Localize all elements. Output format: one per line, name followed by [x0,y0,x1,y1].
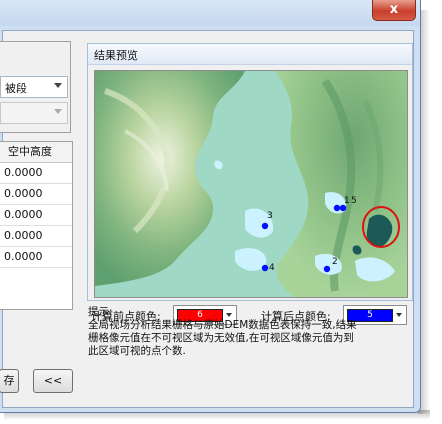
table-cell[interactable]: 0.0000 [0,184,72,205]
observer-point[interactable] [261,222,269,230]
title-bar: x [0,0,420,26]
preview-header: 结果预览 [88,44,412,65]
point-label: 1 [344,196,350,206]
table-cell[interactable]: 0.0000 [0,247,72,268]
point-label: 2 [332,257,338,267]
chevron-down-icon [54,109,62,114]
tips-line: 栅格像元值在不可视区域为无效值,在可视区域像元值为到 [88,332,354,344]
collapse-button[interactable]: << [33,369,73,393]
table-cell[interactable]: 0.0000 [0,205,72,226]
table-cell[interactable]: 0.0000 [0,163,72,184]
point-label: 4 [269,263,275,273]
table-cell[interactable]: 0.0000 [0,226,72,247]
dialog-window: x 被段 空中高度 0.0000 0.0000 0.0000 0.0000 0.… [0,0,421,413]
secondary-select[interactable] [0,102,68,124]
preview-title: 结果预览 [94,49,138,62]
chevron-down-icon [54,83,62,88]
close-icon: x [389,2,399,17]
tips-title: 提示: [88,306,113,318]
tips-line: 此区域可视的点个数. [88,345,186,357]
terrain-map-image: 1 5 3 4 2 [95,71,407,297]
save-button[interactable]: 存 [0,369,19,393]
parameter-group: 被段 [0,41,71,133]
close-button[interactable]: x [372,0,416,21]
left-settings-panel: 被段 空中高度 0.0000 0.0000 0.0000 0.0000 0.00… [0,41,74,393]
result-preview-group: 结果预览 1 5 3 4 2 [87,43,413,301]
tips-text: 提示: 全局视场分析结果栅格与原始DEM数据色表保持一致,结果 栅格像元值在不可… [88,306,406,358]
column-header-height: 空中高度 [0,142,72,163]
tips-line: 全局视场分析结果栅格与原始DEM数据色表保持一致,结果 [88,319,357,331]
preview-map[interactable]: 1 5 3 4 2 [94,70,408,298]
point-label: 5 [351,196,357,206]
observer-points-table: 空中高度 0.0000 0.0000 0.0000 0.0000 0.0000 [0,141,73,310]
observer-point[interactable] [261,264,269,272]
band-select[interactable]: 被段 [0,76,68,98]
observer-point[interactable] [323,265,331,273]
observer-point[interactable] [333,204,341,212]
point-label: 3 [267,211,273,221]
